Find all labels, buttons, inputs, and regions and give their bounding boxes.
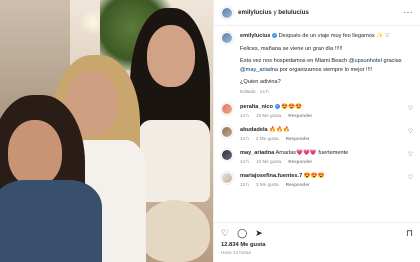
caption-edited: Editado · 14 h <box>240 88 269 94</box>
commenter-avatar[interactable] <box>221 148 233 161</box>
post-photo[interactable] <box>0 0 213 262</box>
comment-meta: 14 h 10 Me gusta Responder <box>240 158 410 166</box>
caption-text-5: ¿Quien adivina? <box>240 79 281 86</box>
share-paper-plane-icon[interactable]: ➤ <box>255 228 263 239</box>
comment-username[interactable]: peralta_nico <box>240 104 273 110</box>
comment-time[interactable]: 14 h <box>240 158 249 166</box>
comment-username[interactable]: may_ariadna <box>240 150 274 156</box>
caption-text-1: Después de un viaje muy feo llegamos ✨ ♡ <box>278 33 390 39</box>
like-count[interactable]: 12.834 Me gusta <box>221 242 413 248</box>
comment-meta: 13 h 3 Me gusta Responder <box>240 181 410 189</box>
caption-text-4b: por organizarnos siempre lo mejor !!!! <box>279 66 373 73</box>
comment-item: abudadela 🔥🔥🔥 14 h 2 Me gusta Responder … <box>221 125 413 143</box>
woman-left-jacket <box>0 180 102 262</box>
comment-meta: 14 h 19 Me gusta Responder <box>240 112 410 120</box>
coauthor-username[interactable]: belulucius <box>278 9 309 16</box>
comment-body: peralta_nico ✓ 😍😍😍 14 h 19 Me gusta Resp… <box>240 103 410 120</box>
post-timestamp: Hace 14 horas <box>221 250 251 255</box>
reply-button[interactable]: Responder <box>286 135 310 143</box>
action-icons: ♡ ◯ ➤ ⊓ <box>221 227 413 239</box>
verified-badge-icon: ✓ <box>272 33 278 39</box>
comment-meta: 14 h 2 Me gusta Responder <box>240 135 410 143</box>
comment-like-heart-icon[interactable]: ♡ <box>408 128 413 135</box>
caption-text-3b: gracias <box>383 58 402 65</box>
caption-body: emilylucius ✓ Después de un viaje muy fe… <box>240 32 413 97</box>
caption-line-1: emilylucius ✓ Después de un viaje muy fe… <box>240 32 413 41</box>
author-avatar[interactable] <box>221 6 233 19</box>
comment-body: may_ariadna Amarlas💗💗💗 fuertemente 14 h … <box>240 149 410 166</box>
verified-badge-icon: ✓ <box>274 103 280 109</box>
comment-body: abudadela 🔥🔥🔥 14 h 2 Me gusta Responder <box>240 126 410 143</box>
comment-likes[interactable]: 19 Me gusta <box>256 112 281 120</box>
comment-likes[interactable]: 2 Me gusta <box>256 135 279 143</box>
comment-likes[interactable]: 10 Me gusta <box>256 158 281 166</box>
woman-right-pants <box>140 200 210 262</box>
woman-right-top <box>138 120 210 202</box>
author-username[interactable]: emilylucius <box>238 9 272 16</box>
comment-text: 😍😍😍 <box>303 172 325 179</box>
author-line: emilylucius y belulucius <box>238 9 309 16</box>
instagram-post: emilylucius y belulucius ··· emilylucius… <box>0 0 420 262</box>
woman-right-face <box>147 25 195 87</box>
caption-avatar[interactable] <box>221 32 233 44</box>
comment-item: mariajosefina.fuentes.7 😍😍😍 13 h 3 Me gu… <box>221 171 413 189</box>
caption-username[interactable]: emilylucius <box>240 33 270 39</box>
comment-time[interactable]: 13 h <box>240 181 249 189</box>
collab-joiner: y <box>273 9 277 16</box>
reply-button[interactable]: Responder <box>286 181 310 189</box>
commenter-avatar[interactable] <box>221 102 233 115</box>
comment-text: 😍😍😍 <box>281 103 302 110</box>
reply-button[interactable]: Responder <box>288 112 312 120</box>
commenter-avatar[interactable] <box>221 171 233 184</box>
reply-button[interactable]: Responder <box>288 158 312 166</box>
like-heart-icon[interactable]: ♡ <box>221 228 229 239</box>
comment-time[interactable]: 14 h <box>240 135 249 143</box>
comment-body: mariajosefina.fuentes.7 😍😍😍 13 h 3 Me gu… <box>240 172 410 189</box>
comment-likes[interactable]: 3 Me gusta <box>256 181 279 189</box>
woman-left-face <box>8 120 62 186</box>
comment-item: peralta_nico ✓ 😍😍😍 14 h 19 Me gusta Resp… <box>221 102 413 120</box>
hotel-mention-link[interactable]: @upsunhotel <box>349 58 382 64</box>
caption-text-3a: Esta vez nos hospedamos en Miami Beach <box>240 58 348 65</box>
comment-like-heart-icon[interactable]: ♡ <box>408 151 413 158</box>
post-sidebar: emilylucius y belulucius ··· emilylucius… <box>213 0 420 262</box>
comment-like-heart-icon[interactable]: ♡ <box>408 105 413 112</box>
caption-line-4: @may_ariadna por organizarnos siempre lo… <box>240 66 413 75</box>
comment-text: 🔥🔥🔥 <box>269 126 291 133</box>
caption-text-2: Felices, mañana se viene un gran día !!!… <box>240 45 343 52</box>
caption-line-3: Esta vez nos hospedamos en Miami Beach @… <box>240 57 413 66</box>
comment-text: Amarlas💗💗💗 fuertemente <box>275 149 349 156</box>
comment-like-heart-icon[interactable]: ♡ <box>408 174 413 181</box>
more-options-icon[interactable]: ··· <box>404 8 414 17</box>
comment-item: may_ariadna Amarlas💗💗💗 fuertemente 14 h … <box>221 148 413 166</box>
post-header: emilylucius y belulucius ··· <box>214 0 420 26</box>
may-mention-link[interactable]: @may_ariadna <box>240 67 278 73</box>
comment-username[interactable]: abudadela <box>240 127 268 133</box>
save-bookmark-icon[interactable]: ⊓ <box>406 228 413 239</box>
comment-username[interactable]: mariajosefina.fuentes.7 <box>240 173 302 179</box>
caption: emilylucius ✓ Después de un viaje muy fe… <box>221 32 413 97</box>
comments-list[interactable]: emilylucius ✓ Después de un viaje muy fe… <box>214 28 420 218</box>
comment-bubble-icon[interactable]: ◯ <box>237 228 247 239</box>
comment-time[interactable]: 14 h <box>240 112 249 120</box>
commenter-avatar[interactable] <box>221 125 233 138</box>
action-bar: ♡ ◯ ➤ ⊓ 12.834 Me gusta Hace 14 horas <box>214 222 420 262</box>
